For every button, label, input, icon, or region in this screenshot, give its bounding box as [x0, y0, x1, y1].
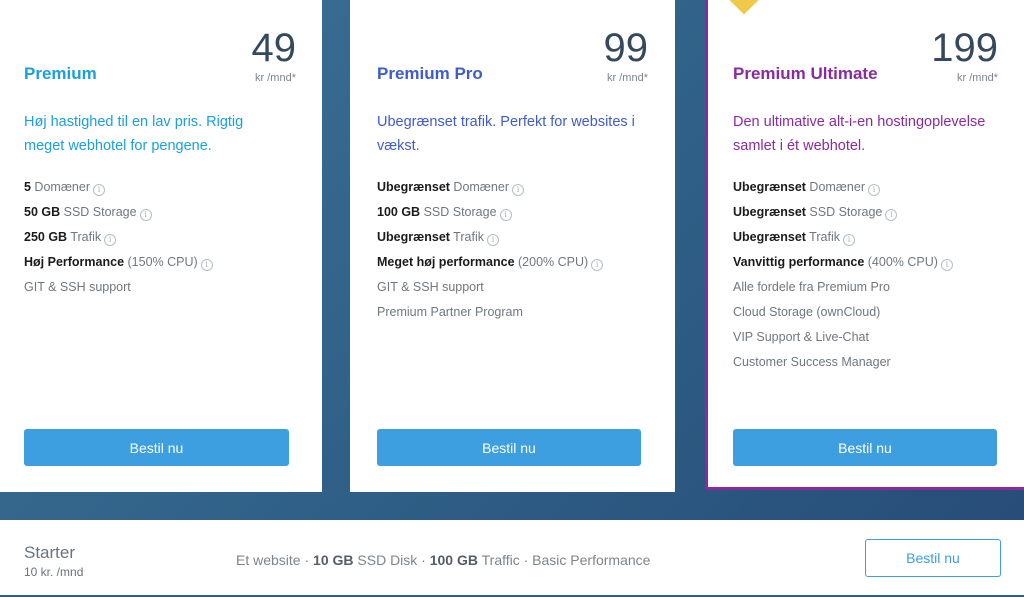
feature-value: Ubegrænset	[733, 230, 806, 244]
feature-item: Meget høj performance (200% CPU) i	[377, 253, 604, 278]
feature-item: 5 Domæner i	[24, 178, 213, 203]
plan-card-premium-pro: Premium Pro 99 kr /mnd* Ubegrænset trafi…	[350, 0, 675, 492]
feature-label: Cloud Storage (ownCloud)	[733, 305, 881, 319]
feature-value: 5	[24, 180, 31, 194]
plan-price-unit: kr /mnd*	[957, 72, 998, 84]
info-icon[interactable]: i	[139, 209, 152, 221]
plan-description: Høj hastighed til en lav pris. Rigtig me…	[24, 114, 244, 154]
starter-plan-price: 10 kr. /mnd	[24, 565, 84, 579]
feature-item: GIT & SSH support	[377, 278, 603, 303]
feature-label: Trafik	[67, 230, 102, 244]
feature-item: GIT & SSH support	[24, 278, 213, 303]
feature-item: Cloud Storage (ownCloud)	[733, 303, 953, 328]
plan-price: 49	[251, 26, 297, 70]
plan-card-premium: Premium 49 kr /mnd* Høj hastighed til en…	[0, 0, 322, 492]
info-icon[interactable]: i	[200, 259, 213, 271]
info-icon[interactable]: i	[104, 234, 117, 246]
plan-price: 199	[931, 26, 998, 70]
info-icon[interactable]: i	[885, 209, 898, 221]
feature-label: SSD Storage	[60, 205, 137, 219]
feature-item: 50 GB SSD Storage i	[24, 203, 213, 228]
plan-price: 99	[603, 26, 649, 70]
feature-label: Domæner	[30, 180, 90, 194]
feature-item: Ubegrænset SSD Storage i	[733, 203, 953, 228]
feature-item: Ubegrænset Trafik i	[377, 228, 603, 253]
plan-price-unit: kr /mnd*	[607, 72, 648, 84]
feature-list: Ubegrænset Domæner i Ubegrænset SSD Stora…	[733, 178, 953, 378]
feature-item: 250 GB Trafik i	[24, 228, 213, 253]
info-icon[interactable]: i	[499, 209, 512, 221]
feature-item: Høj Performance (150% CPU) i	[24, 253, 213, 278]
feature-label: (200% CPU)	[514, 255, 589, 269]
info-icon[interactable]: i	[511, 184, 524, 196]
feature-value: 250 GB	[24, 230, 68, 244]
feature-label: Alle fordele fra Premium Pro	[733, 280, 891, 294]
feature-item: Customer Success Manager	[733, 353, 953, 378]
feature-value: 50 GB	[24, 205, 61, 219]
info-icon[interactable]: i	[842, 234, 855, 246]
feature-label: Domæner	[449, 180, 509, 194]
feature-label: SSD Storage	[805, 205, 883, 219]
feature-item: Premium Partner Program	[377, 303, 603, 328]
feature-label: VIP Support & Live-Chat	[733, 330, 869, 344]
feature-item: Ubegrænset Trafik i	[733, 228, 953, 253]
plan-name: Premium Pro	[377, 64, 483, 83]
order-button-premium-pro[interactable]: Bestil nu	[377, 429, 641, 466]
plan-card-premium-ultimate: Premium Ultimate 199 kr /mnd* Den ultima…	[705, 0, 1024, 490]
feature-value: Ubegrænset	[733, 205, 806, 219]
plan-name: Premium Ultimate	[733, 64, 878, 83]
order-button-premium[interactable]: Bestil nu	[24, 429, 289, 466]
info-icon[interactable]: i	[486, 234, 499, 246]
feature-value: Ubegrænset	[733, 180, 806, 194]
feature-list: 5 Domæner i 50 GB SSD Storage i 250 GB Tra…	[24, 178, 213, 303]
starter-plan-bar: Starter 10 kr. /mnd Et website · 10 GB S…	[0, 520, 1024, 597]
plan-name: Premium	[24, 64, 97, 83]
feature-label: Domæner	[805, 180, 865, 194]
order-button-premium-ultimate[interactable]: Bestil nu	[733, 429, 997, 466]
plan-description: Ubegrænset trafik. Perfekt for websites …	[377, 114, 635, 154]
starter-plan-name: Starter	[24, 543, 76, 562]
order-button-starter[interactable]: Bestil nu	[865, 539, 1001, 577]
feature-value: 100 GB	[377, 205, 421, 219]
starter-plan-description: Et website · 10 GB SSD Disk · 100 GB Tra…	[236, 552, 651, 568]
feature-item: Ubegrænset Domæner i	[377, 178, 603, 203]
feature-value: Ubegrænset	[377, 230, 450, 244]
info-icon[interactable]: i	[867, 184, 880, 196]
feature-item: VIP Support & Live-Chat	[733, 328, 953, 353]
feature-label: GIT & SSH support	[377, 280, 484, 294]
feature-list: Ubegrænset Domæner i 100 GB SSD Storage i …	[377, 178, 604, 328]
feature-label: Trafik	[449, 230, 484, 244]
feature-item: 100 GB SSD Storage i	[377, 203, 603, 228]
feature-value: Meget høj performance	[377, 255, 515, 269]
feature-label: Premium Partner Program	[377, 305, 523, 319]
feature-value: Vanvittig performance	[733, 255, 865, 269]
feature-label: (400% CPU)	[864, 255, 938, 269]
info-icon[interactable]: i	[940, 259, 953, 271]
feature-item: Vanvittig performance (400% CPU) i	[733, 253, 953, 278]
feature-item: Alle fordele fra Premium Pro	[733, 278, 953, 303]
feature-value: Høj Performance	[24, 255, 125, 269]
feature-label: Customer Success Manager	[733, 355, 891, 369]
feature-label: GIT & SSH support	[24, 280, 131, 294]
feature-label: SSD Storage	[420, 205, 497, 219]
plan-description: Den ultimative alt-i-en hostingoplevelse…	[733, 114, 986, 154]
feature-label: Trafik	[805, 230, 840, 244]
feature-label: (150% CPU)	[124, 255, 198, 269]
plan-price-unit: kr /mnd*	[255, 72, 296, 84]
feature-item: Ubegrænset Domæner i	[733, 178, 953, 203]
feature-value: Ubegrænset	[377, 180, 450, 194]
info-icon[interactable]: i	[93, 184, 105, 196]
info-icon[interactable]: i	[591, 259, 604, 271]
